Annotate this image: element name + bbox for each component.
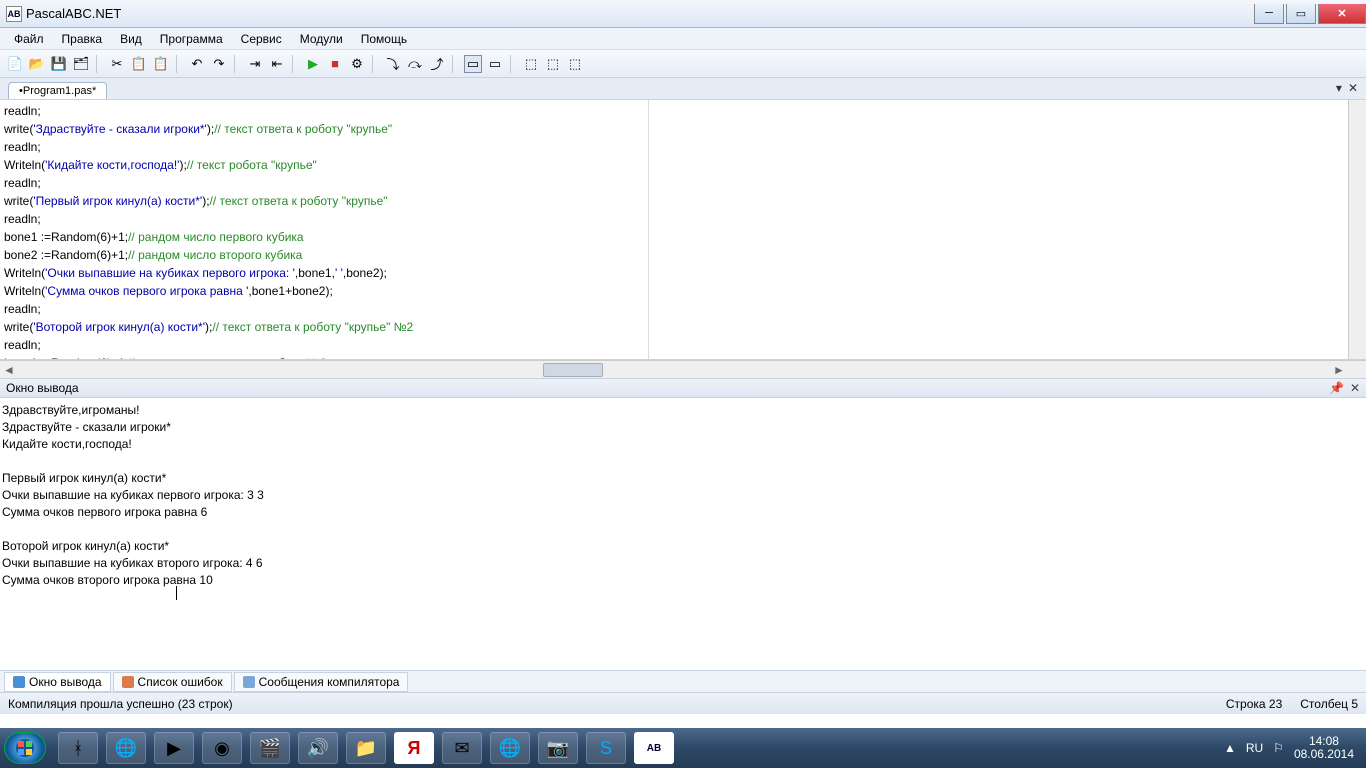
- properties-icon[interactable]: ⬚: [544, 55, 562, 73]
- mpc-icon[interactable]: 🎬: [250, 732, 290, 764]
- scroll-left-icon[interactable]: ◄: [0, 361, 18, 378]
- output-panel-label: Окно вывода: [6, 381, 79, 395]
- code-editor[interactable]: readln;write('Здраствуйте - сказали игро…: [0, 100, 648, 359]
- separator: [96, 55, 102, 73]
- separator: [452, 55, 458, 73]
- tray-flag-icon[interactable]: ▲: [1224, 741, 1236, 755]
- editor-right-pane: [648, 100, 1348, 359]
- app-icon: AB: [6, 6, 22, 22]
- bluetooth-icon[interactable]: ᚼ: [58, 732, 98, 764]
- copy-icon[interactable]: 📋: [130, 55, 148, 73]
- tab-label: Список ошибок: [138, 675, 223, 689]
- explorer-icon[interactable]: 📁: [346, 732, 386, 764]
- menu-Программа[interactable]: Программа: [152, 30, 231, 48]
- start-button[interactable]: [4, 732, 46, 764]
- save-icon[interactable]: 💾: [50, 55, 68, 73]
- save-all-icon[interactable]: 🗂: [72, 55, 90, 73]
- window-title: PascalABC.NET: [26, 6, 1252, 21]
- minimize-button[interactable]: ─: [1254, 4, 1284, 24]
- bottom-tab-2[interactable]: Сообщения компилятора: [234, 672, 409, 692]
- text-caret: [176, 586, 177, 600]
- output-text: Здравствуйте,игроманы! Здраствуйте - ска…: [2, 403, 264, 587]
- maximize-button[interactable]: ▭: [1286, 4, 1316, 24]
- bottom-tab-1[interactable]: Список ошибок: [113, 672, 232, 692]
- tab-close-icon[interactable]: ✕: [1348, 81, 1358, 95]
- titlebar: AB PascalABC.NET ─ ▭ ✕: [0, 0, 1366, 28]
- menu-Правка[interactable]: Правка: [54, 30, 111, 48]
- scroll-thumb[interactable]: [543, 363, 603, 377]
- menubar: ФайлПравкаВидПрограммаСервисМодулиПомощь: [0, 28, 1366, 50]
- menu-Помощь[interactable]: Помощь: [353, 30, 415, 48]
- stop-icon[interactable]: ■: [326, 55, 344, 73]
- tray-clock[interactable]: 14:08 08.06.2014: [1294, 735, 1354, 761]
- form-designer-icon[interactable]: ⬚: [522, 55, 540, 73]
- pascalabc-taskbar-icon[interactable]: AB: [634, 732, 674, 764]
- status-message: Компиляция прошла успешно (23 строк): [8, 697, 233, 711]
- app2-icon[interactable]: 📷: [538, 732, 578, 764]
- paste-icon[interactable]: 📋: [152, 55, 170, 73]
- scroll-right-icon[interactable]: ►: [1330, 361, 1348, 378]
- editor-area: readln;write('Здраствуйте - сказали игро…: [0, 100, 1366, 360]
- tab-label: Сообщения компилятора: [259, 675, 400, 689]
- tab-icon: [122, 676, 134, 688]
- system-tray: ▲ RU ⚐ 14:08 08.06.2014: [1224, 735, 1366, 761]
- taskbar: ᚼ 🌐 ▶ ◉ 🎬 🔊 📁 Я ✉ 🌐 📷 S AB ▲ RU ⚐ 14:08 …: [0, 728, 1366, 768]
- mail-icon[interactable]: ✉: [442, 732, 482, 764]
- close-button[interactable]: ✕: [1318, 4, 1366, 24]
- separator: [372, 55, 378, 73]
- step-over-icon[interactable]: ⤼: [406, 55, 424, 73]
- open-file-icon[interactable]: 📂: [28, 55, 46, 73]
- indent-icon[interactable]: ⇥: [246, 55, 264, 73]
- step-out-icon[interactable]: ⤴: [428, 55, 446, 73]
- statusbar: Компиляция прошла успешно (23 строк) Стр…: [0, 692, 1366, 714]
- cut-icon[interactable]: ✂: [108, 55, 126, 73]
- chrome-icon[interactable]: 🌐: [490, 732, 530, 764]
- menu-Файл[interactable]: Файл: [6, 30, 52, 48]
- menu-Сервис[interactable]: Сервис: [233, 30, 290, 48]
- bottom-tab-0[interactable]: Окно вывода: [4, 672, 111, 692]
- status-column: Столбец 5: [1300, 697, 1358, 711]
- tab-menu-icon[interactable]: ▾: [1336, 81, 1342, 95]
- compile-icon[interactable]: ⚙: [348, 55, 366, 73]
- undo-icon[interactable]: ↶: [188, 55, 206, 73]
- separator: [176, 55, 182, 73]
- menu-Вид[interactable]: Вид: [112, 30, 150, 48]
- step-into-icon[interactable]: ⤵: [384, 55, 402, 73]
- tab-icon: [13, 676, 25, 688]
- tab-icon: [243, 676, 255, 688]
- separator: [292, 55, 298, 73]
- run-icon[interactable]: ▶: [304, 55, 322, 73]
- app1-icon[interactable]: ◉: [202, 732, 242, 764]
- output-panel-title: Окно вывода 📌 ✕: [0, 378, 1366, 398]
- panel2-icon[interactable]: ▭: [486, 55, 504, 73]
- outdent-icon[interactable]: ⇤: [268, 55, 286, 73]
- toolbar: 📄 📂 💾 🗂 ✂ 📋 📋 ↶ ↷ ⇥ ⇤ ▶ ■ ⚙ ⤵ ⤼ ⤴ ▭ ▭ ⬚ …: [0, 50, 1366, 78]
- bottom-tabs: Окно вывода Список ошибок Сообщения компил…: [0, 670, 1366, 692]
- horizontal-scrollbar[interactable]: ◄ ►: [0, 360, 1366, 378]
- tray-date: 08.06.2014: [1294, 748, 1354, 761]
- tab-label: Окно вывода: [29, 675, 102, 689]
- new-file-icon[interactable]: 📄: [6, 55, 24, 73]
- ie-icon[interactable]: 🌐: [106, 732, 146, 764]
- menu-Модули[interactable]: Модули: [292, 30, 351, 48]
- pin-icon[interactable]: 📌: [1329, 381, 1344, 395]
- output-panel[interactable]: Здравствуйте,игроманы! Здраствуйте - ска…: [0, 398, 1366, 670]
- tray-action-icon[interactable]: ⚐: [1273, 741, 1284, 755]
- separator: [234, 55, 240, 73]
- sound-icon[interactable]: 🔊: [298, 732, 338, 764]
- panel-toggle-icon[interactable]: ▭: [464, 55, 482, 73]
- wmp-icon[interactable]: ▶: [154, 732, 194, 764]
- vertical-scrollbar[interactable]: [1348, 100, 1366, 359]
- yandex-icon[interactable]: Я: [394, 732, 434, 764]
- tray-lang[interactable]: RU: [1246, 741, 1263, 755]
- tabstrip: •Program1.pas* ▾ ✕: [0, 78, 1366, 100]
- panel-close-icon[interactable]: ✕: [1350, 381, 1360, 395]
- skype-icon[interactable]: S: [586, 732, 626, 764]
- toolbox-icon[interactable]: ⬚: [566, 55, 584, 73]
- status-line: Строка 23: [1226, 697, 1282, 711]
- redo-icon[interactable]: ↷: [210, 55, 228, 73]
- separator: [510, 55, 516, 73]
- file-tab[interactable]: •Program1.pas*: [8, 82, 107, 99]
